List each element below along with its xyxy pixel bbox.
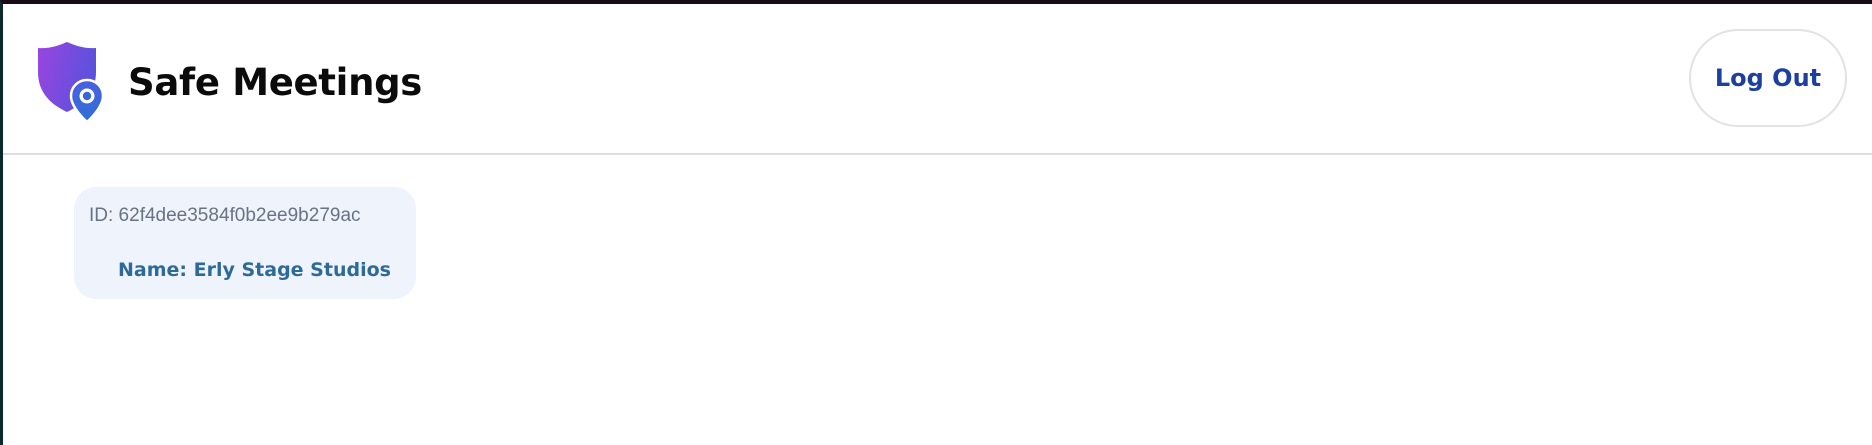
app-window: Safe Meetings Log Out ID: 62f4dee3584f0b… <box>0 0 1872 445</box>
app-title: Safe Meetings <box>128 61 423 104</box>
top-header: Safe Meetings Log Out <box>3 4 1872 155</box>
shield-location-pin-icon <box>34 42 106 124</box>
meeting-id: ID: 62f4dee3584f0b2ee9b279ac <box>89 205 361 226</box>
meeting-card[interactable]: ID: 62f4dee3584f0b2ee9b279ac Name: Erly … <box>74 187 416 299</box>
logo-svg <box>38 42 105 124</box>
logout-button[interactable]: Log Out <box>1689 29 1847 127</box>
meeting-name: Name: Erly Stage Studios <box>118 259 391 281</box>
